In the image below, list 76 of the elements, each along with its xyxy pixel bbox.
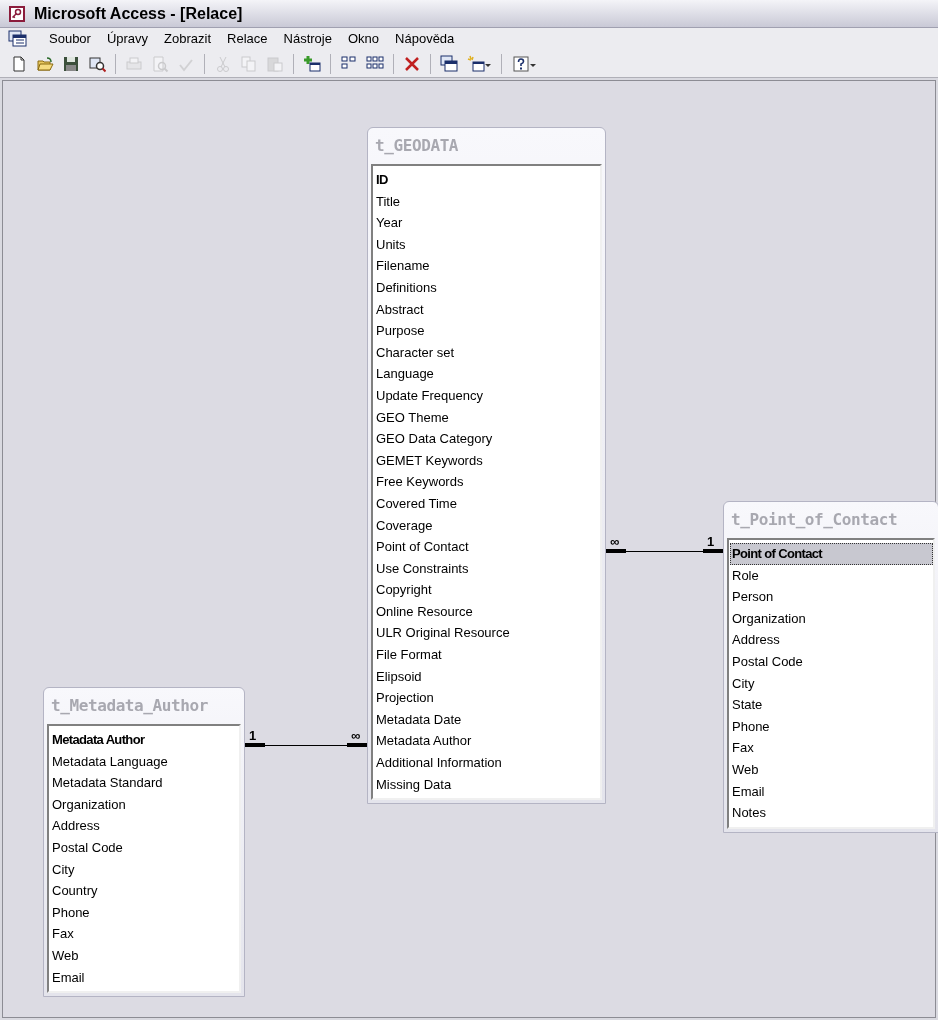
field-item[interactable]: Person <box>730 586 933 608</box>
field-item[interactable]: Fax <box>730 737 933 759</box>
field-item[interactable]: Abstract <box>374 298 600 321</box>
database-window-icon[interactable] <box>8 30 28 48</box>
field-item[interactable]: Additional Information <box>374 752 600 774</box>
menu-item[interactable]: Okno <box>340 28 387 50</box>
field-item[interactable]: Language <box>374 363 600 385</box>
relationship-line[interactable] <box>245 743 367 747</box>
field-item[interactable]: Email <box>50 966 239 989</box>
windows-icon[interactable] <box>438 52 460 75</box>
field-item[interactable]: Address <box>730 629 933 651</box>
field-item[interactable]: ID <box>374 169 600 191</box>
field-item[interactable]: Fax <box>50 923 239 945</box>
field-item[interactable]: Online Resource <box>374 600 600 623</box>
table-title: t_GEODATA <box>374 135 460 157</box>
field-item[interactable]: Year <box>374 212 600 234</box>
field-item[interactable]: Country <box>50 880 239 902</box>
field-item[interactable]: GEO Theme <box>374 406 600 429</box>
field-item[interactable]: Definitions <box>374 276 600 299</box>
cardinality-label: 1 <box>249 729 257 742</box>
field-item[interactable]: Metadata Standard <box>50 772 239 794</box>
field-item[interactable]: Metadata Author <box>50 729 239 751</box>
field-item[interactable]: Metadata Language <box>50 750 239 773</box>
field-item[interactable]: Use Constraints <box>374 557 600 580</box>
field-item[interactable]: Free Keywords <box>374 471 600 493</box>
field-item[interactable]: City <box>50 858 239 881</box>
field-item[interactable]: Coverage <box>374 514 600 537</box>
cardinality-label: ∞ <box>610 535 620 548</box>
field-item[interactable]: Address <box>50 815 239 837</box>
menu-item[interactable]: Soubor <box>42 28 98 50</box>
menu-item[interactable]: Nápověda <box>388 28 462 50</box>
cardinality-label: 1 <box>707 535 715 548</box>
field-item[interactable]: Postal Code <box>730 650 933 673</box>
table-window[interactable]: t_Point_of_Contact Point of Contact Role Person Organization Address Postal Code City State Phone Fax Web Email Notes <box>723 501 938 833</box>
field-item[interactable]: Point of Contact <box>730 543 933 565</box>
cardinality-label: ∞ <box>351 729 361 742</box>
field-item[interactable]: File Format <box>374 644 600 666</box>
menu-item[interactable]: Úpravy <box>99 28 156 50</box>
field-item[interactable]: Phone <box>730 715 933 738</box>
field-item[interactable]: Notes <box>730 802 933 824</box>
field-item[interactable]: Phone <box>50 901 239 924</box>
window-title: Microsoft Access - [Relace] <box>34 3 243 24</box>
field-item[interactable]: Missing Data <box>374 773 600 796</box>
relationship-line[interactable] <box>606 549 723 553</box>
table-title: t_Metadata_Author <box>50 695 209 717</box>
field-item[interactable]: Organization <box>730 607 933 630</box>
field-item[interactable]: Point of Contact <box>374 536 600 558</box>
field-item[interactable]: Web <box>50 944 239 967</box>
table-window[interactable]: t_Metadata_Author Metadata Author Metadata Language Metadata Standard Organization Address Postal Code City Country Phone Fax Web Email <box>43 687 245 998</box>
key-icon <box>8 4 26 23</box>
field-item[interactable]: Copyright <box>374 579 600 601</box>
menu-item[interactable]: Relace <box>220 28 275 50</box>
field-item[interactable]: Update Frequency <box>374 384 600 407</box>
field-item[interactable]: State <box>730 694 933 716</box>
field-item[interactable]: Postal Code <box>50 836 239 859</box>
field-item[interactable]: Covered Time <box>374 492 600 515</box>
field-item[interactable]: ULR Original Resource <box>374 622 600 645</box>
field-item[interactable]: Units <box>374 233 600 256</box>
field-item[interactable]: City <box>730 672 933 695</box>
field-item[interactable]: Email <box>730 780 933 803</box>
field-item[interactable]: Web <box>730 758 933 781</box>
field-item[interactable]: Filename <box>374 255 600 277</box>
menu-item[interactable]: Zobrazit <box>157 28 219 50</box>
menu-item[interactable]: Nástroje <box>276 28 339 50</box>
field-item[interactable]: Purpose <box>374 320 600 342</box>
field-item[interactable]: Character set <box>374 341 600 364</box>
table-title: t_Point_of_Contact <box>730 509 899 531</box>
field-item[interactable]: GEO Data Category <box>374 428 600 450</box>
field-item[interactable]: Metadata Author <box>374 730 600 753</box>
field-item[interactable]: Role <box>730 564 933 587</box>
field-item[interactable]: Projection <box>374 687 600 709</box>
field-item[interactable]: Title <box>374 190 600 213</box>
field-item[interactable]: Organization <box>50 793 239 816</box>
field-item[interactable]: Metadata Date <box>374 708 600 731</box>
field-item[interactable]: GEMET Keywords <box>374 449 600 472</box>
field-item[interactable]: Elipsoid <box>374 665 600 688</box>
